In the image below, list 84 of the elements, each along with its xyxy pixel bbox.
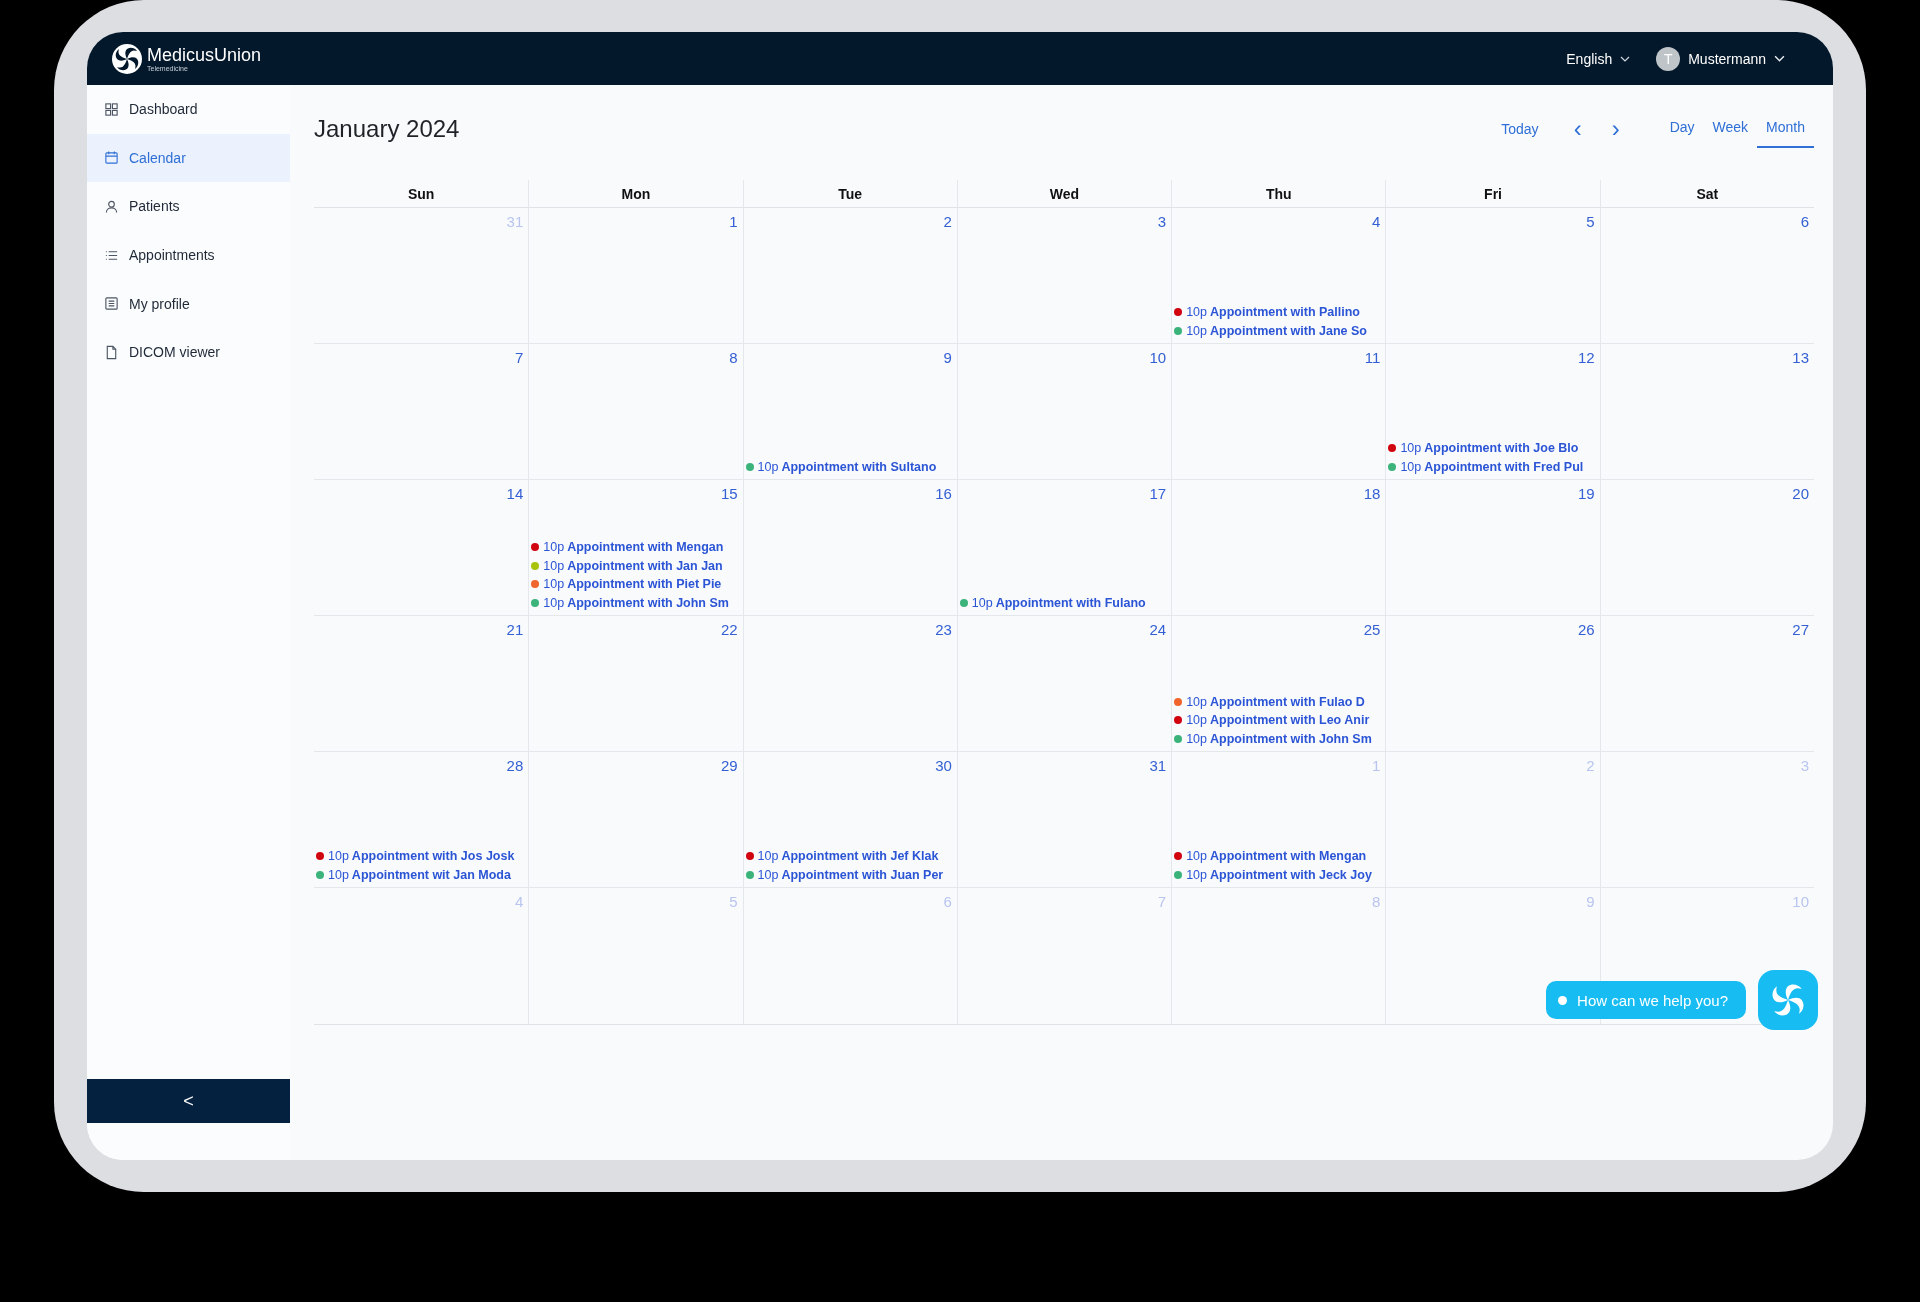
- day-number[interactable]: 13: [1792, 349, 1811, 366]
- day-number[interactable]: 3: [1157, 213, 1169, 230]
- user-menu[interactable]: T Mustermann: [1656, 46, 1785, 71]
- view-tab[interactable]: Day: [1660, 110, 1704, 148]
- day-number[interactable]: 8: [729, 349, 740, 366]
- day-number[interactable]: 18: [1363, 485, 1383, 502]
- day-number[interactable]: 19: [1578, 485, 1597, 502]
- person-icon: [104, 199, 119, 214]
- calendar-event[interactable]: 10p Appointment with Joe Blo: [1388, 439, 1597, 458]
- calendar-event[interactable]: 10p Appointment with Mengan: [1174, 847, 1383, 866]
- day-number[interactable]: 22: [720, 621, 740, 638]
- day-number[interactable]: 17: [1149, 485, 1169, 502]
- day-number[interactable]: 23: [935, 621, 954, 638]
- weekday-header: Mon: [528, 180, 743, 208]
- profile-card-icon: [104, 296, 119, 312]
- month-title: January 2024: [314, 115, 460, 143]
- weekday-header: Tue: [742, 180, 957, 208]
- calendar-event[interactable]: 10p Appointment with Juan Per: [745, 865, 954, 884]
- calendar-event[interactable]: 10p Appointment with Mengan: [531, 538, 740, 557]
- day-number[interactable]: 24: [1149, 621, 1169, 638]
- day-number[interactable]: 7: [514, 349, 526, 366]
- next-button[interactable]: ›: [1608, 117, 1623, 141]
- day-number[interactable]: 30: [935, 757, 954, 774]
- calendar-event[interactable]: 10p Appointment with Sultano: [745, 457, 954, 476]
- sidebar-item[interactable]: Dashboard: [87, 85, 290, 134]
- logo-icon: [111, 42, 143, 75]
- view-tab[interactable]: Week: [1703, 110, 1758, 148]
- chat-button[interactable]: [1758, 970, 1818, 1030]
- brand-name: MedicusUnion: [147, 45, 262, 64]
- calendar-event[interactable]: 10p Appointment with Jos Josk: [316, 847, 526, 866]
- sidebar-item[interactable]: DICOM viewer: [87, 327, 290, 377]
- day-number[interactable]: 2: [943, 213, 954, 230]
- document-icon: [104, 344, 119, 360]
- sidebar-item[interactable]: Patients: [87, 182, 290, 231]
- day-number[interactable]: 20: [1792, 485, 1811, 502]
- day-number[interactable]: 25: [1363, 621, 1383, 638]
- calendar-event[interactable]: 10p Appointment with Jef Klak: [745, 847, 954, 866]
- avatar: T: [1656, 46, 1681, 71]
- day-number[interactable]: 9: [943, 349, 954, 366]
- calendar-event[interactable]: 10p Appointment with John Sm: [1174, 729, 1383, 748]
- view-tab[interactable]: Month: [1757, 110, 1814, 148]
- day-number[interactable]: 12: [1578, 349, 1597, 366]
- day-number[interactable]: 5: [1586, 213, 1597, 230]
- chevron-down-icon: [1774, 55, 1785, 62]
- calendar-icon: [104, 150, 119, 166]
- calendar-event[interactable]: 10p Appointment with Pallino: [1174, 303, 1383, 322]
- calendar-event[interactable]: 10p Appointment with Jeck Joy: [1174, 865, 1383, 884]
- previous-button[interactable]: ‹: [1570, 117, 1585, 141]
- day-number[interactable]: 14: [506, 485, 526, 502]
- sidebar-item[interactable]: Calendar: [87, 133, 290, 183]
- calendar-event[interactable]: 10p Appointment with John Sm: [531, 593, 740, 612]
- calendar-event[interactable]: 10p Appointment with Piet Pie: [531, 575, 740, 594]
- weekday-header: Thu: [1171, 180, 1386, 208]
- calendar-event[interactable]: 10p Appointment with Jane So: [1174, 321, 1383, 340]
- day-number[interactable]: 28: [506, 757, 526, 774]
- calendar-event[interactable]: 10p Appointment wit Jan Moda: [316, 865, 526, 884]
- day-number[interactable]: 31: [1149, 757, 1169, 774]
- chevron-down-icon: [1620, 55, 1631, 62]
- day-number[interactable]: 27: [1792, 621, 1811, 638]
- sidebar-item[interactable]: My profile: [87, 279, 290, 328]
- weekday-header: Fri: [1385, 180, 1600, 208]
- calendar-event[interactable]: 10p Appointment with Fulao D: [1174, 692, 1383, 711]
- day-number[interactable]: 10: [1149, 349, 1169, 366]
- weekday-header: Sat: [1599, 180, 1814, 208]
- calendar-event[interactable]: 10p Appointment with Leo Anir: [1174, 711, 1383, 730]
- weekday-header: Sun: [314, 180, 529, 208]
- day-number[interactable]: 11: [1364, 349, 1383, 366]
- calendar-event[interactable]: 10p Appointment with Fred Pul: [1388, 457, 1597, 476]
- calendar-event[interactable]: 10p Appointment with Fulano: [959, 593, 1169, 612]
- day-number[interactable]: 21: [506, 621, 526, 638]
- calendar-event[interactable]: 10p Appointment with Jan Jan: [531, 556, 740, 575]
- day-number[interactable]: 26: [1578, 621, 1597, 638]
- day-number[interactable]: 15: [720, 485, 740, 502]
- day-number[interactable]: 4: [1372, 213, 1383, 230]
- sidebar-item[interactable]: Appointments: [87, 230, 290, 280]
- grid-icon: [104, 101, 119, 117]
- day-number[interactable]: 6: [1800, 213, 1811, 230]
- day-number[interactable]: 1: [729, 213, 740, 230]
- collapse-button[interactable]: <: [87, 1079, 290, 1123]
- language-dropdown[interactable]: English: [1566, 50, 1631, 67]
- day-number[interactable]: 16: [935, 485, 954, 502]
- weekday-header: Wed: [956, 180, 1172, 208]
- today-button[interactable]: Today: [1501, 121, 1539, 137]
- day-number[interactable]: 29: [720, 757, 740, 774]
